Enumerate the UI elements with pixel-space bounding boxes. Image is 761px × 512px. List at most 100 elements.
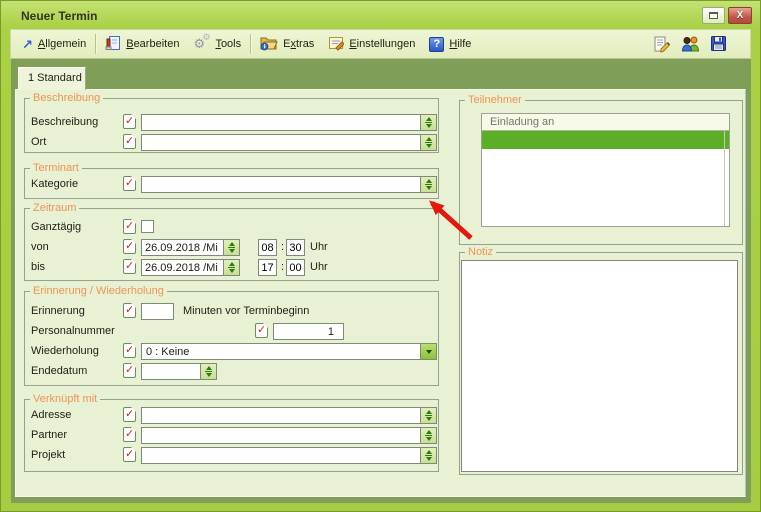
fieldset-notiz-legend: Notiz — [465, 246, 497, 258]
projekt-spinner[interactable] — [420, 447, 437, 464]
fieldset-verknuepft-legend: Verknüpft mit — [30, 393, 101, 405]
adresse-spinner[interactable] — [420, 407, 437, 424]
bis-date-input[interactable] — [141, 259, 223, 276]
wiederholung-dropdown-button[interactable] — [420, 344, 436, 359]
kategorie-check-icon[interactable] — [123, 176, 136, 191]
kategorie-spinner[interactable] — [420, 176, 437, 193]
wiederholung-check-icon[interactable] — [123, 343, 136, 358]
menu-einstellungen-label: Einstellungen — [349, 38, 416, 50]
ort-input[interactable] — [141, 134, 420, 151]
restore-button[interactable] — [702, 7, 725, 24]
edit-page-icon — [105, 35, 121, 54]
projekt-label: Projekt — [31, 449, 66, 461]
menu-allgemein-label: Allgemein — [37, 38, 87, 50]
time-colon: : — [281, 241, 285, 253]
projekt-check-icon[interactable] — [123, 447, 136, 462]
von-row: von : Uhr — [25, 239, 438, 256]
bis-hour-input[interactable] — [258, 259, 277, 276]
folder-info-icon — [260, 35, 278, 54]
help-icon: ? — [429, 36, 445, 52]
toolbar-separator — [95, 34, 97, 54]
partner-check-icon[interactable] — [123, 427, 136, 442]
von-minute-input[interactable] — [286, 239, 305, 256]
wiederholung-label: Wiederholung — [31, 345, 99, 357]
fieldset-zeitraum: Zeitraum Ganztägig von : Uhr — [24, 202, 439, 281]
partner-input[interactable] — [141, 427, 420, 444]
personalnummer-row: Personalnummer — [25, 323, 438, 340]
adresse-input[interactable] — [141, 407, 420, 424]
menu-extras[interactable]: Extras — [253, 33, 321, 56]
kategorie-input[interactable] — [141, 176, 420, 193]
main-area: 1 Standard Beschreibung Beschreibung Ort — [11, 59, 751, 503]
endedatum-check-icon[interactable] — [123, 363, 136, 378]
chevron-down-icon — [425, 349, 432, 354]
notiz-textarea[interactable] — [461, 260, 738, 472]
erinnerung-check-icon[interactable] — [123, 303, 136, 318]
von-date-spinner[interactable] — [223, 239, 240, 256]
wiederholung-row: Wiederholung 0 : Keine — [25, 343, 438, 360]
endedatum-row: Endedatum — [25, 363, 438, 380]
endedatum-spinner[interactable] — [200, 363, 217, 380]
beschreibung-label: Beschreibung — [31, 116, 99, 128]
menu-tools[interactable]: ⚙ ⚙ Tools — [186, 32, 248, 54]
wiederholung-dropdown[interactable]: 0 : Keine — [141, 343, 437, 360]
note-edit-icon[interactable] — [652, 35, 671, 56]
von-hour-input[interactable] — [258, 239, 277, 256]
bis-check-icon[interactable] — [123, 259, 136, 274]
beschreibung-spinner[interactable] — [420, 114, 437, 131]
beschreibung-check-icon[interactable] — [123, 114, 136, 129]
wiederholung-value: 0 : Keine — [146, 346, 190, 358]
bis-minute-input[interactable] — [286, 259, 305, 276]
projekt-input[interactable] — [141, 447, 420, 464]
ort-spinner[interactable] — [420, 134, 437, 151]
beschreibung-input[interactable] — [141, 114, 420, 131]
menu-bearbeiten[interactable]: Bearbeiten — [98, 33, 186, 56]
adresse-check-icon[interactable] — [123, 407, 136, 422]
toolbar: ↗ Allgemein Bearbeiten ⚙ ⚙ Tools Extras E… — [10, 29, 751, 59]
fieldset-teilnehmer-legend: Teilnehmer — [465, 94, 525, 106]
fieldset-teilnehmer: Teilnehmer Einladung an — [459, 94, 743, 245]
ganztaegig-checkbox[interactable] — [141, 220, 154, 233]
partner-row: Partner — [25, 427, 438, 444]
partner-label: Partner — [31, 429, 68, 441]
restore-icon — [709, 12, 718, 19]
menu-tools-label: Tools — [215, 38, 242, 50]
endedatum-input[interactable] — [141, 363, 200, 380]
partner-spinner[interactable] — [420, 427, 437, 444]
kategorie-row: Kategorie — [25, 176, 438, 193]
menu-allgemein[interactable]: ↗ Allgemein — [15, 36, 93, 53]
personalnummer-check-icon[interactable] — [255, 323, 268, 338]
toolbar-separator — [250, 34, 252, 54]
von-date-input[interactable] — [141, 239, 223, 256]
teilnehmer-scrollbar-track — [724, 131, 725, 226]
teilnehmer-selected-row[interactable] — [482, 131, 729, 149]
personalnummer-input[interactable] — [273, 323, 344, 340]
teilnehmer-list-header[interactable]: Einladung an — [482, 114, 729, 131]
menu-einstellungen[interactable]: Einstellungen — [321, 33, 422, 56]
titlebar-buttons: X — [702, 7, 754, 24]
save-icon[interactable] — [711, 36, 726, 54]
tab-page: Beschreibung Beschreibung Ort — [15, 89, 746, 497]
close-button[interactable]: X — [728, 7, 752, 24]
adresse-label: Adresse — [31, 409, 72, 421]
erinnerung-minutes-input[interactable] — [141, 303, 174, 320]
gears-icon: ⚙ ⚙ — [193, 32, 211, 51]
bis-label: bis — [31, 261, 46, 273]
bis-row: bis : Uhr — [25, 259, 438, 276]
ganztaegig-check-icon[interactable] — [123, 219, 136, 234]
bis-date-spinner[interactable] — [223, 259, 240, 276]
participants-icon[interactable] — [681, 36, 700, 55]
menu-hilfe[interactable]: ? Hilfe — [422, 35, 478, 54]
tab-standard[interactable]: 1 Standard — [18, 67, 86, 90]
menu-bearbeiten-label: Bearbeiten — [126, 38, 180, 50]
window-title: Neuer Termin — [21, 8, 98, 23]
fieldset-notiz: Notiz — [459, 246, 743, 475]
von-check-icon[interactable] — [123, 239, 136, 254]
fieldset-terminart-legend: Terminart — [30, 162, 82, 174]
form-pencil-icon — [328, 35, 346, 54]
bis-uhr-label: Uhr — [310, 261, 328, 273]
ort-check-icon[interactable] — [123, 134, 136, 149]
fieldset-zeitraum-legend: Zeitraum — [30, 202, 80, 214]
titlebar: Neuer Termin X — [7, 4, 754, 27]
von-label: von — [31, 241, 49, 253]
